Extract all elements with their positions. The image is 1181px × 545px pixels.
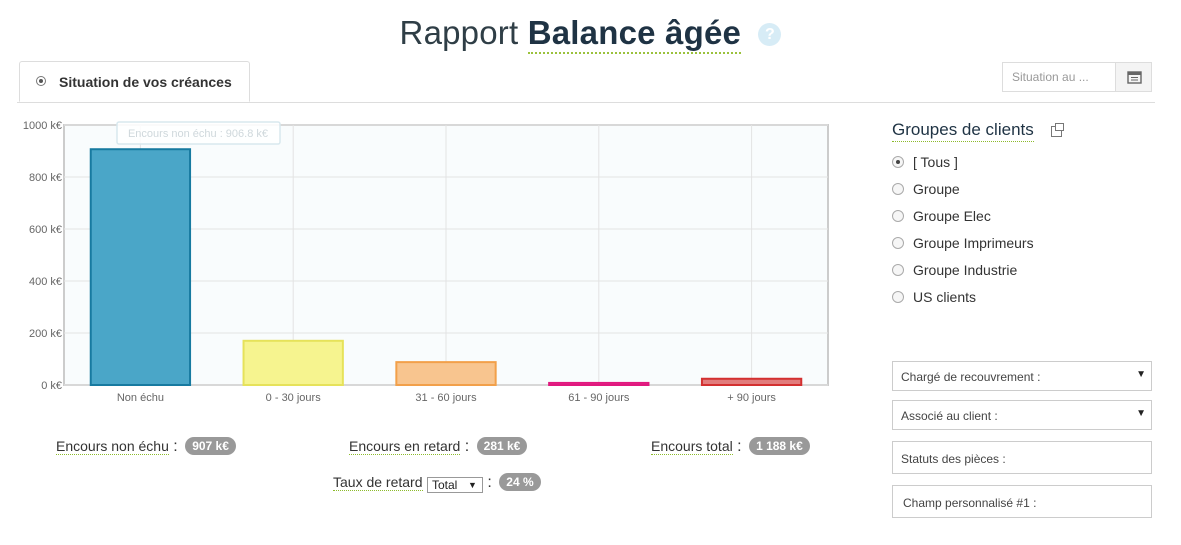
triangle-down-icon: ▼ [468, 480, 477, 490]
radio-icon [892, 183, 904, 195]
help-icon[interactable]: ? [758, 23, 782, 46]
external-link-icon[interactable] [1051, 123, 1064, 137]
chart-tooltip: Encours non échu : 906.8 k€ [116, 121, 281, 145]
summary-total-label: Encours total [651, 438, 733, 455]
y-tick-label: 0 k€ [41, 380, 62, 392]
tooltip-text: Encours non échu : 906.8 k€ [128, 128, 268, 140]
y-tick-label: 1000 k€ [23, 120, 62, 132]
tab-label: Situation de vos créances [59, 74, 232, 90]
y-axis-ticks: 0 k€ 200 k€ 400 k€ 600 k€ 800 k€ 1000 k€ [23, 120, 62, 392]
bar [242, 339, 344, 387]
bar [700, 377, 803, 387]
statuts-pieces-input[interactable]: Statuts des pièces : [892, 441, 1152, 474]
taux-select[interactable]: Total ▼ [426, 477, 483, 493]
radio-icon [892, 237, 904, 249]
champ-personnalise-input[interactable]: Champ personnalisé #1 : [892, 485, 1152, 518]
tab-divider [17, 102, 1155, 103]
taux-select-value: Total [431, 478, 458, 492]
x-axis-labels: Non échu 0 - 30 jours 31 - 60 jours 61 - 90… [117, 392, 777, 404]
tab-situation-creances[interactable]: Situation de vos créances [19, 61, 250, 102]
group-label: US clients [913, 289, 977, 305]
summary-non-echu-label: Encours non échu [56, 438, 169, 455]
calendar-button[interactable] [1115, 62, 1152, 92]
filter-label: Chargé de recouvrement : [901, 370, 1041, 384]
x-tick-label: 31 - 60 jours [415, 392, 477, 404]
summary-total: Encours total : 1 188 k€ [651, 437, 810, 456]
y-tick-label: 800 k€ [29, 172, 62, 184]
aging-bar-chart: 0 k€ 200 k€ 400 k€ 600 k€ 800 k€ 1000 k€ Non … [23, 120, 829, 404]
group-label: Groupe Industrie [913, 262, 1018, 278]
radio-checked-icon [892, 156, 904, 168]
y-tick-label: 600 k€ [29, 224, 62, 236]
summary-retard-label: Encours en retard [349, 438, 461, 455]
bar [89, 148, 192, 387]
page-title: Rapport Balance âgée ? [0, 14, 1181, 54]
filter-label: Associé au client : [901, 409, 998, 423]
calendar-icon [1127, 71, 1142, 84]
group-label: Groupe Elec [913, 208, 991, 224]
radio-icon [892, 291, 904, 303]
target-icon [36, 76, 46, 86]
groups-title: Groupes de clients [892, 120, 1034, 142]
bar [395, 361, 497, 386]
summary-retard: Encours en retard : 281 k€ [349, 437, 528, 456]
summary-taux-value: 24 % [499, 473, 541, 491]
summary-taux-label: Taux de retard [333, 474, 423, 491]
date-input[interactable]: Situation au ... [1002, 62, 1116, 92]
filter-label: Champ personnalisé #1 : [903, 496, 1037, 510]
radio-icon [892, 210, 904, 222]
summary-taux: Taux de retard Total ▼ : 24 % [333, 473, 541, 493]
summary-non-echu: Encours non échu : 907 k€ [56, 437, 236, 456]
summary-non-echu-value: 907 k€ [185, 437, 236, 455]
page-title-prefix: Rapport [399, 14, 519, 51]
summary-retard-value: 281 k€ [476, 437, 528, 455]
group-label: Groupe Imprimeurs [913, 235, 1034, 251]
page-title-main: Balance âgée [527, 14, 742, 54]
x-tick-label: + 90 jours [727, 392, 776, 404]
x-tick-label: 61 - 90 jours [568, 392, 630, 404]
bar [548, 381, 650, 387]
triangle-down-icon: ▼ [1136, 369, 1146, 380]
summary-total-value: 1 188 k€ [749, 437, 810, 455]
filter-label: Statuts des pièces : [901, 452, 1006, 466]
x-tick-label: 0 - 30 jours [266, 392, 322, 404]
charge-recouvrement-select[interactable]: Chargé de recouvrement : ▼ [892, 361, 1152, 391]
group-label: Groupe [913, 181, 960, 197]
group-label: [ Tous ] [913, 154, 958, 170]
y-tick-label: 400 k€ [29, 276, 62, 288]
x-tick-label: Non échu [117, 392, 164, 404]
triangle-down-icon: ▼ [1136, 408, 1146, 419]
associe-client-select[interactable]: Associé au client : ▼ [892, 400, 1152, 430]
radio-icon [892, 264, 904, 276]
y-tick-label: 200 k€ [29, 328, 62, 340]
